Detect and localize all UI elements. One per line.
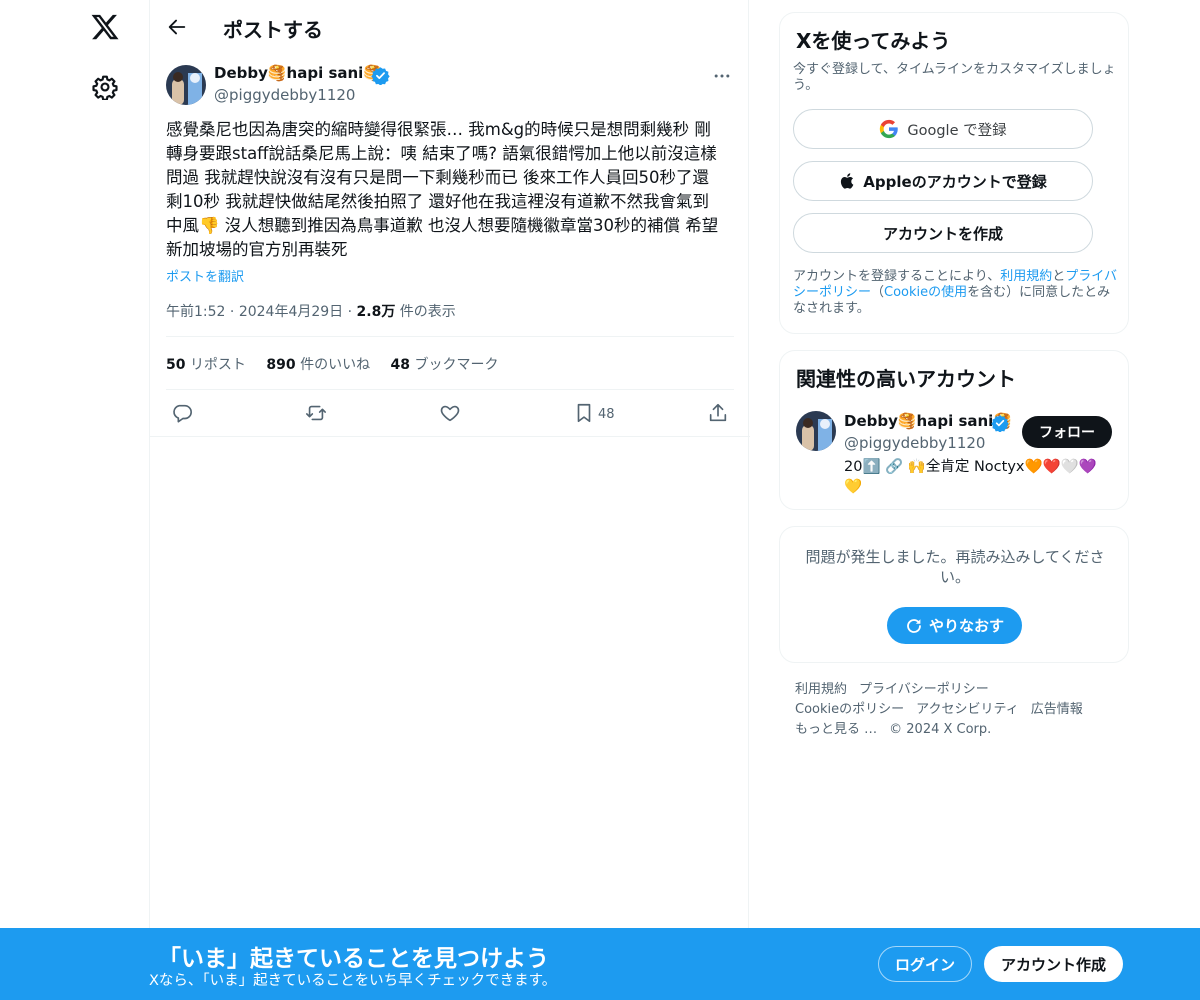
author-name[interactable]: Debby🥞hapi sani🥞 <box>214 64 382 82</box>
gear-icon[interactable] <box>92 74 118 100</box>
signup-button[interactable]: アカウント作成 <box>984 946 1123 982</box>
bottom-bar-subtitle: Xなら、「いま」起きていることをいち早くチェックできます。 <box>149 973 557 989</box>
related-handle[interactable]: @piggydebby1120 <box>844 434 985 452</box>
post-actions: 48 <box>150 394 750 434</box>
related-bio: 20⬆️ 🔗 🙌全肯定 Noctyx🧡❤️🤍💜💛 <box>844 459 1097 495</box>
verified-badge-icon <box>371 67 390 85</box>
footer-privacy-link[interactable]: プライバシーポリシー <box>859 682 989 697</box>
author-handle[interactable]: @piggydebby1120 <box>214 86 355 104</box>
divider <box>150 436 750 437</box>
related-accounts-card: 関連性の高いアカウント Debby🥞hapi sani🥞 @piggydebby… <box>779 350 1129 510</box>
google-signup-button[interactable]: Google で登録 <box>793 109 1093 149</box>
like-icon[interactable] <box>439 402 461 424</box>
apple-signup-label: Appleのアカウントで登録 <box>863 172 1047 191</box>
signup-subtitle: 今すぐ登録して、タイムラインをカスタマイズしましょう。 <box>793 62 1116 93</box>
google-logo-icon <box>880 119 899 139</box>
legal-text: アカウントを登録することにより、 <box>793 269 1001 284</box>
bookmarks-stat[interactable]: 48 ブックマーク <box>391 357 499 373</box>
views-count: 2.8万 <box>356 304 396 320</box>
share-icon[interactable] <box>707 402 729 424</box>
repost-icon[interactable] <box>305 402 327 424</box>
terms-link[interactable]: 利用規約 <box>1000 269 1052 284</box>
post-stats: 50 リポスト 890 件のいいね 48 ブックマーク <box>166 354 514 374</box>
bottom-bar-title: 「いま」起きていることを見つけよう <box>158 946 549 972</box>
translate-post-link[interactable]: ポストを翻訳 <box>166 266 244 285</box>
create-account-button[interactable]: アカウントを作成 <box>793 213 1093 253</box>
google-signup-label: Google で登録 <box>907 122 1007 139</box>
signup-card: Xを使ってみよう 今すぐ登録して、タイムラインをカスタマイズしましょう。 Goo… <box>779 12 1129 334</box>
retry-button[interactable]: やりなおす <box>887 607 1022 644</box>
left-nav <box>0 0 150 1000</box>
apple-logo-icon <box>841 173 854 189</box>
footer-more-link[interactable]: もっと見る … <box>795 722 877 737</box>
divider <box>166 389 734 390</box>
legal-notice: アカウントを登録することにより、利用規約とプライバシーポリシー（Cookieの使… <box>793 269 1119 317</box>
post-text: 感覺桑尼也因為唐突的縮時變得很緊張… 我m&g的時候只是想問剩幾秒 剛 轉身要跟… <box>166 120 719 259</box>
legal-text: （ <box>871 285 885 300</box>
footer-ads-link[interactable]: 広告情報 <box>1031 702 1083 717</box>
follow-button[interactable]: フォロー <box>1022 416 1112 448</box>
post-date[interactable]: 2024年4月29日 <box>239 304 343 320</box>
avatar-image <box>796 411 836 451</box>
error-message: 問題が発生しました。再読み込みしてください。 <box>805 548 1105 586</box>
divider <box>166 336 734 337</box>
related-title: 関連性の高いアカウント <box>796 367 1016 391</box>
avatar-image <box>166 65 206 105</box>
post-time[interactable]: 午前1:52 <box>166 304 225 320</box>
footer-accessibility-link[interactable]: アクセシビリティ <box>916 702 1019 717</box>
verified-badge-icon <box>991 415 1009 432</box>
create-account-label: アカウントを作成 <box>882 224 1003 243</box>
refresh-icon <box>907 618 921 633</box>
meta-separator: · <box>229 304 235 320</box>
page-title: ポストする <box>223 18 323 42</box>
cookie-link[interactable]: Cookieの使用 <box>884 285 967 300</box>
bottom-signup-bar: 「いま」起きていることを見つけよう Xなら、「いま」起きていることをいち早くチェ… <box>0 928 1200 1000</box>
legal-text: と <box>1052 269 1066 284</box>
error-card: 問題が発生しました。再読み込みしてください。 やりなおす <box>779 526 1129 663</box>
signup-title: Xを使ってみよう <box>796 29 951 53</box>
retry-label: やりなおす <box>928 617 1004 635</box>
reply-icon[interactable] <box>171 402 193 424</box>
related-name[interactable]: Debby🥞hapi sani🥞 <box>844 412 1012 430</box>
x-logo-icon[interactable] <box>90 12 120 42</box>
post-meta: 午前1:52 · 2024年4月29日 · 2.8万 件の表示 <box>166 301 456 321</box>
views-label: 件の表示 <box>399 304 456 320</box>
likes-stat[interactable]: 890 件のいいね <box>266 357 370 373</box>
sidebar-footer: 利用規約 プライバシーポリシー Cookieのポリシー アクセシビリティ 広告情報 も… <box>795 680 1115 740</box>
bookmark-icon[interactable] <box>573 402 595 424</box>
apple-signup-button[interactable]: Appleのアカウントで登録 <box>793 161 1093 201</box>
footer-terms-link[interactable]: 利用規約 <box>795 682 847 697</box>
footer-copyright: © 2024 X Corp. <box>889 722 992 737</box>
footer-cookie-link[interactable]: Cookieのポリシー <box>795 702 904 717</box>
bookmark-count: 48 <box>598 407 615 422</box>
more-options-icon[interactable] <box>712 66 732 86</box>
main-column: ポストする Debby🥞hapi sani🥞 @piggydebby1120 感… <box>149 0 750 1000</box>
reposts-stat[interactable]: 50 リポスト <box>166 357 246 373</box>
related-avatar[interactable] <box>796 411 836 451</box>
meta-separator: · <box>347 304 353 320</box>
author-avatar[interactable] <box>166 65 206 105</box>
login-button[interactable]: ログイン <box>878 946 972 982</box>
back-arrow-icon[interactable] <box>166 16 188 38</box>
page-header: ポストする <box>150 0 750 54</box>
